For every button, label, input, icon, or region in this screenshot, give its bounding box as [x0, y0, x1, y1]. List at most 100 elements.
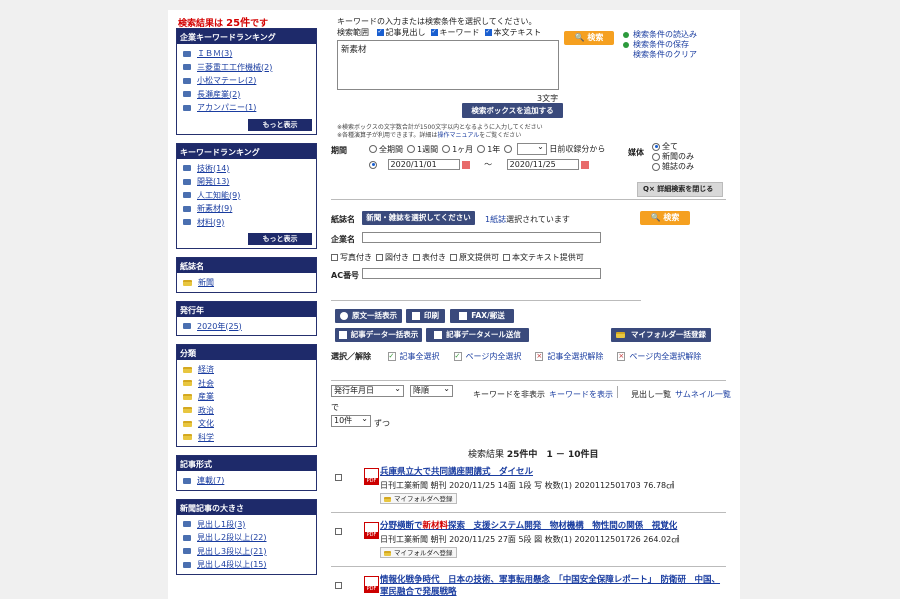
select-link[interactable]: ✓ ページ内全選択: [453, 352, 521, 361]
facet-item[interactable]: 文化: [183, 417, 316, 431]
facet-link[interactable]: 小松マテーレ(2): [197, 76, 256, 85]
add-to-folder-button[interactable]: マイフォルダへ登録: [380, 547, 457, 558]
radio[interactable]: [477, 145, 486, 153]
calendar-icon[interactable]: [580, 160, 589, 169]
facet-link[interactable]: 政治: [198, 406, 214, 415]
facet-link[interactable]: 技術(14): [197, 164, 229, 173]
media-option[interactable]: 雑誌のみ: [652, 162, 694, 172]
facet-link[interactable]: 見出し1段(3): [197, 520, 245, 529]
sort-by-select[interactable]: 発行年月日: [331, 385, 404, 397]
date-to-input[interactable]: 2020/11/25: [506, 159, 579, 170]
company-input[interactable]: [362, 232, 601, 243]
facet-link[interactable]: 科学: [198, 433, 214, 442]
hide-keyword-text[interactable]: キーワードを非表示: [473, 389, 545, 400]
radio[interactable]: [407, 145, 415, 153]
facet-item[interactable]: 開発(13): [183, 175, 316, 189]
search-button-2[interactable]: 🔍 検索: [640, 211, 690, 225]
facet-item[interactable]: 長瀬産業(2): [183, 88, 316, 102]
facet-item[interactable]: 連載(7): [183, 474, 316, 488]
show-keyword-link[interactable]: キーワードを表示: [549, 389, 613, 400]
facet-link[interactable]: 2020年(25): [197, 322, 242, 331]
facet-link[interactable]: ＩＢＭ(3): [197, 49, 232, 58]
facet-item[interactable]: 小松マテーレ(2): [183, 74, 316, 88]
close-detail-search-button[interactable]: Q× 詳細検索を閉じる: [637, 182, 723, 197]
facet-item[interactable]: 見出し1段(3): [183, 518, 316, 532]
keyword-textarea[interactable]: 新素材: [337, 40, 559, 90]
result-title[interactable]: 分野横断で新材料探索 支援システム開発 物材機構 物性間の関係 視覚化: [380, 520, 725, 532]
facet-item[interactable]: 見出し4段以上(15): [183, 558, 316, 572]
facet-item[interactable]: アカンパニー(1): [183, 101, 316, 115]
folder-bulk-register-button[interactable]: マイフォルダ一括登録: [611, 328, 711, 342]
facet-link[interactable]: 連載(7): [197, 476, 224, 485]
date-from-input[interactable]: 2020/11/01: [387, 159, 460, 170]
facet-item[interactable]: 新素材(9): [183, 202, 316, 216]
facet-item[interactable]: 科学: [183, 431, 316, 445]
headline-list-view[interactable]: 見出し一覧: [631, 389, 671, 400]
facet-link[interactable]: 新聞: [198, 278, 214, 287]
magazine-select-button[interactable]: 新聞・雑誌を選択してください: [362, 211, 475, 225]
radio[interactable]: [652, 162, 660, 171]
filter-option[interactable]: 写真付き: [331, 253, 372, 262]
checkbox[interactable]: [430, 28, 438, 36]
ac-number-input[interactable]: [362, 268, 601, 279]
radio[interactable]: [652, 142, 660, 151]
checkbox[interactable]: [413, 254, 420, 261]
checkbox[interactable]: [331, 254, 338, 261]
magazine-count-link[interactable]: 1紙誌: [485, 215, 506, 224]
select-link[interactable]: × ページ内全選択解除: [617, 352, 701, 361]
add-to-folder-button[interactable]: マイフォルダへ登録: [380, 493, 457, 504]
days-select[interactable]: [516, 143, 547, 155]
facet-item[interactable]: 人工知能(9): [183, 189, 316, 203]
pdf-icon[interactable]: [364, 522, 379, 539]
show-more-button[interactable]: もっと表示: [248, 233, 312, 245]
media-option[interactable]: 新聞のみ: [652, 152, 694, 162]
checkbox[interactable]: [484, 28, 492, 36]
result-title[interactable]: 兵庫県立大で共同講座開講式 ダイセル: [380, 466, 725, 478]
facet-item[interactable]: 三菱重工工作機械(2): [183, 61, 316, 75]
facet-link[interactable]: 見出し3段以上(21): [197, 547, 267, 556]
facet-link[interactable]: 開発(13): [197, 177, 229, 186]
radio[interactable]: [369, 145, 377, 153]
facet-item[interactable]: 社会: [183, 377, 316, 391]
facet-link[interactable]: 三菱重工工作機械(2): [197, 63, 272, 72]
pdf-icon[interactable]: [364, 468, 379, 485]
clear-condition-link[interactable]: 検索条件のクリア: [623, 50, 697, 60]
radio[interactable]: [652, 152, 660, 161]
facet-item[interactable]: ＩＢＭ(3): [183, 47, 316, 61]
facet-link[interactable]: アカンパニー(1): [197, 103, 256, 112]
filter-option[interactable]: 図付き: [376, 253, 409, 262]
facet-item[interactable]: 2020年(25): [183, 320, 316, 334]
per-page-select[interactable]: 10件: [331, 415, 371, 427]
result-checkbox[interactable]: [335, 528, 342, 535]
show-more-button[interactable]: もっと表示: [248, 118, 312, 131]
facet-item[interactable]: 見出し2段以上(22): [183, 531, 316, 545]
filter-option[interactable]: 本文テキスト提供可: [503, 253, 584, 262]
facet-link[interactable]: 人工知能(9): [197, 191, 240, 200]
sort-order-select[interactable]: 降順: [410, 385, 453, 397]
facet-link[interactable]: 経済: [198, 365, 214, 374]
result-checkbox[interactable]: [335, 474, 342, 481]
facet-link[interactable]: 見出し2段以上(22): [197, 533, 267, 542]
period-option[interactable]: 1ヶ月: [442, 145, 473, 154]
facet-item[interactable]: 政治: [183, 404, 316, 418]
bulk-data-view-button[interactable]: 記事データ一括表示: [335, 328, 422, 342]
filter-option[interactable]: 表付き: [413, 253, 446, 262]
facet-link[interactable]: 産業: [198, 392, 214, 401]
select-link[interactable]: ✓ 記事全選択: [387, 352, 440, 361]
facet-item[interactable]: 産業: [183, 390, 316, 404]
media-option[interactable]: 全て: [652, 142, 694, 152]
scope-option[interactable]: 記事見出し: [376, 28, 426, 37]
calendar-icon[interactable]: [461, 160, 470, 169]
radio-days[interactable]: [504, 145, 513, 153]
period-option[interactable]: 1年: [477, 145, 500, 154]
result-title[interactable]: 情報化戦争時代 日本の技術、軍事転用懸念 「中国安全保障レポート」 防衛研 中国…: [380, 574, 725, 598]
date-range-radio[interactable]: [369, 160, 377, 169]
facet-item[interactable]: 経済: [183, 363, 316, 377]
scope-option[interactable]: キーワード: [430, 28, 480, 37]
save-condition-link[interactable]: 検索条件の保存: [623, 40, 697, 50]
facet-item[interactable]: 見出し3段以上(21): [183, 545, 316, 559]
facet-item[interactable]: 材料(9): [183, 216, 316, 230]
checkbox[interactable]: [376, 28, 384, 36]
facet-link[interactable]: 文化: [198, 419, 214, 428]
result-checkbox[interactable]: [335, 582, 342, 589]
